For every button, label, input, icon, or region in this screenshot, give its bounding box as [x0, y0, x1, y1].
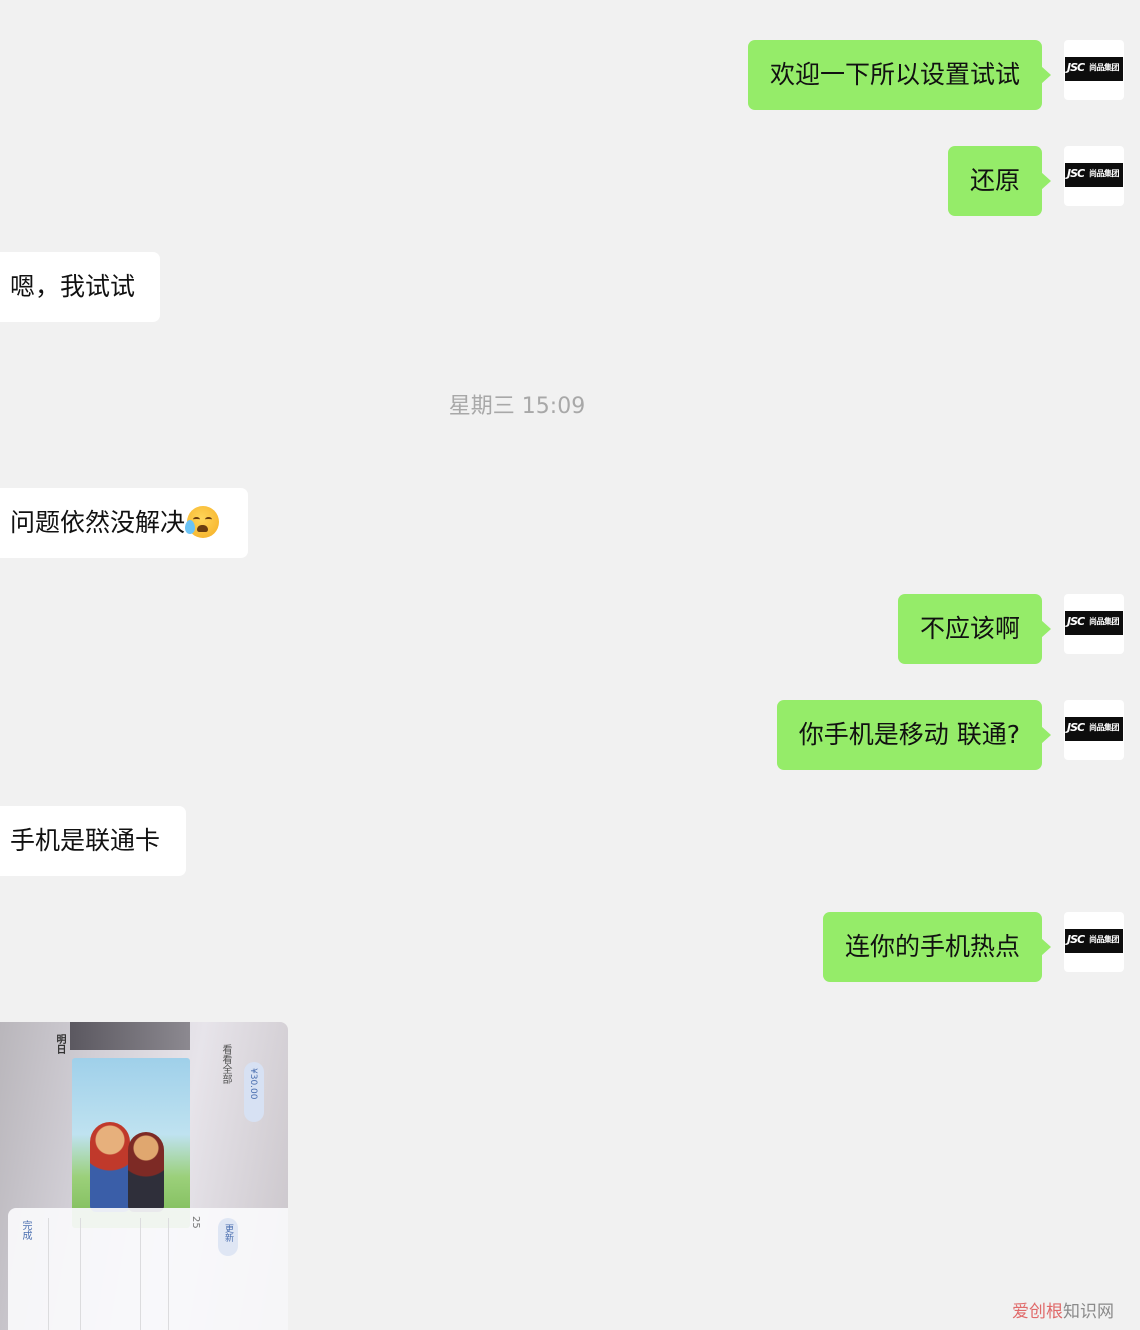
incoming-message-bubble[interactable]: 嗯，我试试: [0, 252, 160, 322]
site-watermark: 爱创根知识网: [1012, 1302, 1114, 1322]
photo-see-all-text: 看看全部: [220, 1044, 231, 1084]
company-logo: JSC 尚品集团: [1065, 611, 1123, 635]
photo-character: [128, 1132, 164, 1212]
photo-count-text: 25: [190, 1216, 201, 1229]
company-logo: JSC 尚品集团: [1065, 929, 1123, 953]
photo-done-text: 完成: [20, 1220, 31, 1240]
photo-price-text: ¥30.00: [248, 1068, 258, 1100]
incoming-message-bubble[interactable]: 问题依然没解决: [0, 488, 248, 558]
avatar[interactable]: JSC 尚品集团: [1064, 146, 1124, 206]
crying-laughing-emoji-icon: [185, 506, 220, 538]
chat-area[interactable]: 欢迎一下所以设置试试 JSC 尚品集团 还原 JSC 尚品集团 嗯，我试试 星期…: [0, 0, 1140, 1330]
avatar[interactable]: JSC 尚品集团: [1064, 700, 1124, 760]
company-logo: JSC 尚品集团: [1065, 163, 1123, 187]
outgoing-message-bubble[interactable]: 不应该啊: [897, 594, 1052, 664]
photo-update-text: 更新: [223, 1224, 233, 1242]
outgoing-message-bubble[interactable]: 还原: [947, 146, 1052, 216]
photo-header-region: [70, 1022, 190, 1050]
avatar[interactable]: JSC 尚品集团: [1064, 40, 1124, 100]
avatar[interactable]: JSC 尚品集团: [1064, 594, 1124, 654]
photo-character: [90, 1122, 130, 1212]
message-timestamp: 星期三 15:09: [448, 394, 586, 419]
photo-title-text: 明日: [54, 1034, 65, 1054]
photo-bottom-sheet: [8, 1208, 288, 1330]
outgoing-message-bubble[interactable]: 欢迎一下所以设置试试: [747, 40, 1052, 110]
message-text: 问题依然没解决: [10, 508, 186, 537]
company-logo: JSC 尚品集团: [1065, 57, 1123, 81]
outgoing-message-bubble[interactable]: 你手机是移动 联通?: [776, 700, 1052, 770]
company-logo: JSC 尚品集团: [1065, 717, 1123, 741]
outgoing-message-bubble[interactable]: 连你的手机热点: [822, 912, 1052, 982]
incoming-message-bubble[interactable]: 手机是联通卡: [0, 806, 186, 876]
image-message[interactable]: ¥30.00 看看全部 明日 更新 完成 25: [0, 1022, 288, 1330]
avatar[interactable]: JSC 尚品集团: [1064, 912, 1124, 972]
